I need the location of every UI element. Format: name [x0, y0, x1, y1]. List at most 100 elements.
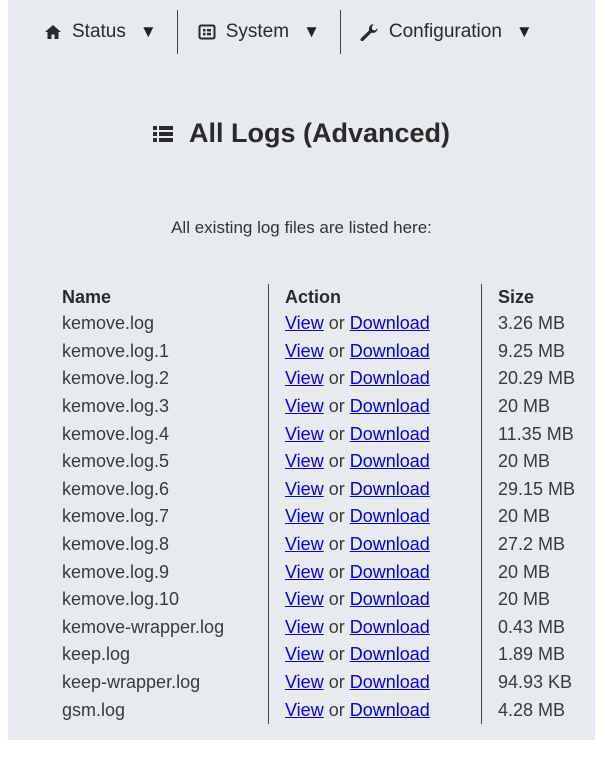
log-actions-cell: View or Download: [268, 310, 482, 338]
log-file-size: 3.26 MB: [481, 310, 588, 338]
nav-system-menu[interactable]: System ▼: [178, 6, 340, 58]
log-file-size: 20 MB: [481, 392, 588, 421]
log-file-size: 0.43 MB: [481, 613, 588, 642]
log-actions-cell: View or Download: [268, 365, 482, 393]
download-log-link[interactable]: Download: [350, 700, 430, 720]
view-log-link[interactable]: View: [285, 424, 324, 444]
or-separator: or: [328, 672, 345, 693]
column-header-action: Action: [268, 284, 482, 310]
log-file-size: 20 MB: [481, 447, 588, 476]
log-file-size: 27.2 MB: [481, 530, 588, 559]
download-log-link[interactable]: Download: [350, 313, 430, 333]
page-subtitle: All existing log files are listed here:: [171, 218, 432, 237]
download-log-link[interactable]: Download: [350, 368, 430, 388]
nav-status-label: Status: [72, 21, 126, 42]
or-separator: or: [328, 396, 345, 417]
chevron-down-icon: ▼: [139, 22, 157, 41]
view-log-link[interactable]: View: [285, 700, 324, 720]
log-actions-cell: View or Download: [268, 530, 482, 559]
table-row: kemove.log.6 View or Download 29.15 MB: [54, 475, 588, 504]
table-row: kemove.log.7 View or Download 20 MB: [54, 503, 588, 531]
nav-configuration-menu[interactable]: Configuration ▼: [341, 6, 533, 58]
log-file-name: kemove.log: [62, 313, 155, 334]
download-log-link[interactable]: Download: [350, 341, 430, 361]
log-file-name: kemove.log.2: [62, 368, 170, 389]
log-file-name: gsm.log: [62, 699, 126, 720]
download-log-link[interactable]: Download: [350, 396, 430, 416]
download-log-link[interactable]: Download: [350, 506, 430, 526]
table-row: keep-wrapper.log View or Download 94.93 KB: [54, 668, 588, 697]
or-separator: or: [328, 616, 345, 637]
view-log-link[interactable]: View: [285, 396, 324, 416]
chevron-down-icon: ▼: [303, 22, 320, 41]
download-log-link[interactable]: Download: [350, 534, 430, 554]
table-row: kemove-wrapper.log View or Download 0.43 M…: [54, 613, 588, 642]
log-file-size: 94.93 KB: [481, 668, 588, 697]
chevron-down-icon: ▼: [515, 22, 533, 41]
log-file-name: keep.log: [62, 644, 131, 665]
table-row: kemove.log.9 View or Download 20 MB: [54, 558, 588, 586]
view-log-link[interactable]: View: [285, 534, 324, 554]
wrench-icon: [359, 23, 379, 41]
table-body: kemove.log View or Download 3.26 MB kemove.…: [54, 310, 588, 724]
view-log-link[interactable]: View: [285, 617, 324, 637]
logs-table: Name Action Size kemove.log View or Downl…: [54, 284, 588, 724]
log-file-size: 20 MB: [481, 558, 588, 586]
or-separator: or: [328, 368, 345, 389]
page-heading: All Logs (Advanced): [8, 118, 595, 149]
table-row: kemove.log.3 View or Download 20 MB: [54, 392, 588, 421]
or-separator: or: [328, 478, 345, 499]
log-file-size: 4.28 MB: [481, 696, 588, 724]
download-log-link[interactable]: Download: [350, 589, 430, 609]
view-log-link[interactable]: View: [285, 368, 324, 388]
log-actions-cell: View or Download: [268, 558, 482, 586]
download-log-link[interactable]: Download: [350, 617, 430, 637]
or-separator: or: [328, 451, 345, 472]
download-log-link[interactable]: Download: [350, 672, 430, 692]
log-actions-cell: View or Download: [268, 641, 482, 669]
log-file-size: 29.15 MB: [481, 475, 588, 504]
or-separator: or: [328, 644, 345, 665]
log-file-name: kemove.log.10: [62, 589, 180, 610]
table-row: keep.log View or Download 1.89 MB: [54, 641, 588, 669]
log-file-name: kemove.log.9: [62, 561, 170, 582]
view-log-link[interactable]: View: [285, 672, 324, 692]
log-actions-cell: View or Download: [268, 475, 482, 504]
view-log-link[interactable]: View: [285, 313, 324, 333]
log-file-name: kemove.log.4: [62, 423, 170, 444]
view-log-link[interactable]: View: [285, 341, 324, 361]
or-separator: or: [328, 506, 345, 527]
download-log-link[interactable]: Download: [350, 451, 430, 471]
or-separator: or: [328, 534, 345, 555]
log-actions-cell: View or Download: [268, 420, 482, 448]
view-log-link[interactable]: View: [285, 506, 324, 526]
log-file-size: 11.35 MB: [481, 420, 588, 448]
log-file-name: kemove.log.3: [62, 396, 170, 417]
view-log-link[interactable]: View: [285, 451, 324, 471]
log-file-size: 20 MB: [481, 585, 588, 614]
log-actions-cell: View or Download: [268, 613, 482, 642]
table-row: kemove.log.5 View or Download 20 MB: [54, 447, 588, 476]
log-file-size: 20.29 MB: [481, 365, 588, 393]
view-log-link[interactable]: View: [285, 644, 324, 664]
log-file-name: kemove.log.8: [62, 534, 170, 555]
log-file-name: kemove.log.5: [62, 451, 170, 472]
view-log-link[interactable]: View: [285, 562, 324, 582]
log-file-name: kemove-wrapper.log: [62, 616, 225, 637]
view-log-link[interactable]: View: [285, 589, 324, 609]
nav-system-label: System: [225, 21, 290, 42]
log-actions-cell: View or Download: [268, 696, 482, 724]
download-log-link[interactable]: Download: [350, 479, 430, 499]
or-separator: or: [328, 699, 345, 720]
log-file-name: keep-wrapper.log: [62, 672, 201, 693]
log-actions-cell: View or Download: [268, 447, 482, 476]
log-file-size: 1.89 MB: [481, 641, 588, 669]
download-log-link[interactable]: Download: [350, 644, 430, 664]
nav-status-menu[interactable]: Status ▼: [8, 6, 177, 58]
table-row: kemove.log.10 View or Download 20 MB: [54, 585, 588, 614]
view-log-link[interactable]: View: [285, 479, 324, 499]
table-row: kemove.log.1 View or Download 9.25 MB: [54, 337, 588, 366]
download-log-link[interactable]: Download: [350, 424, 430, 444]
download-log-link[interactable]: Download: [350, 562, 430, 582]
log-file-size: 9.25 MB: [481, 337, 588, 366]
